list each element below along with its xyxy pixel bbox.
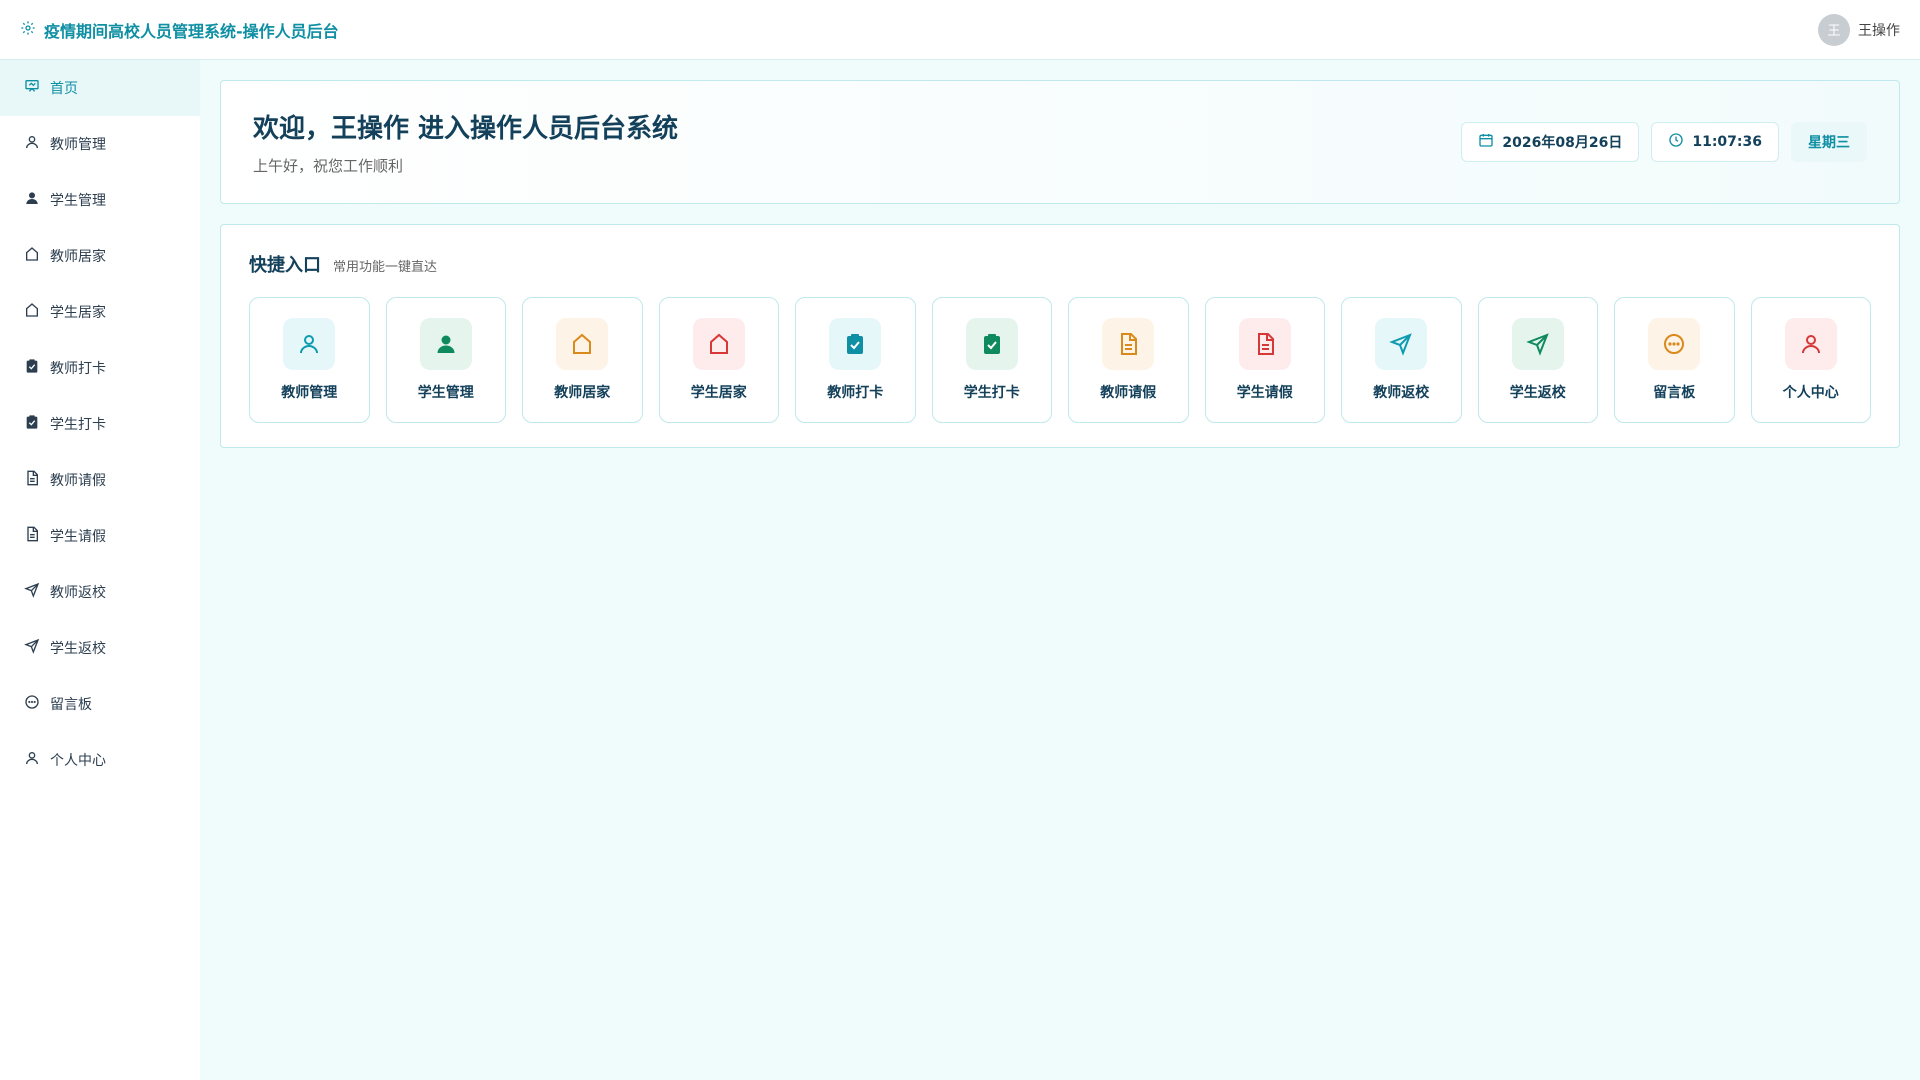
user-filled-icon: [24, 190, 40, 210]
quick-card-5[interactable]: 学生打卡: [931, 297, 1052, 423]
calendar-icon: [1478, 132, 1494, 152]
clipboard-check-icon: [24, 358, 40, 378]
sidebar-item-label: 教师居家: [50, 249, 106, 265]
date-chip: 2026年08月26日: [1461, 122, 1640, 162]
quick-card-10[interactable]: 留言板: [1614, 297, 1735, 423]
user-outline-icon: [283, 318, 336, 370]
quick-card-label: 学生打卡: [963, 385, 1020, 401]
send-icon: [24, 582, 40, 602]
date-text: 2026年08月26日: [1502, 135, 1623, 151]
quick-card-2[interactable]: 教师居家: [522, 297, 643, 423]
quick-card-11[interactable]: 个人中心: [1750, 297, 1871, 423]
sidebar-item-label: 学生居家: [50, 305, 106, 321]
sidebar-item-2[interactable]: 学生管理: [0, 172, 200, 228]
document-icon: [1102, 318, 1155, 370]
quick-card-label: 学生管理: [417, 385, 474, 401]
sidebar-item-label: 学生请假: [50, 529, 106, 545]
sidebar-item-12[interactable]: 个人中心: [0, 732, 200, 788]
time-text: 11:07:36: [1692, 134, 1762, 150]
quick-card-8[interactable]: 教师返校: [1341, 297, 1462, 423]
sidebar-item-label: 教师管理: [50, 137, 106, 153]
sidebar-item-label: 学生打卡: [50, 417, 106, 433]
sidebar: 首页教师管理学生管理教师居家学生居家教师打卡学生打卡教师请假学生请假教师返校学生…: [0, 60, 200, 1080]
clipboard-check-icon: [829, 318, 882, 370]
sidebar-item-11[interactable]: 留言板: [0, 676, 200, 732]
weekday-text: 星期三: [1808, 135, 1850, 151]
quick-card-0[interactable]: 教师管理: [249, 297, 370, 423]
sidebar-item-label: 学生返校: [50, 641, 106, 657]
quick-access-subtitle: 常用功能一键直达: [333, 260, 438, 275]
quick-card-label: 教师返校: [1373, 385, 1430, 401]
chat-icon: [24, 694, 40, 714]
quick-access-title: 快捷入口: [249, 255, 321, 276]
time-chip: 11:07:36: [1651, 122, 1779, 162]
sidebar-item-10[interactable]: 学生返校: [0, 620, 200, 676]
sidebar-item-9[interactable]: 教师返校: [0, 564, 200, 620]
house-icon: [556, 318, 609, 370]
quick-card-label: 教师管理: [281, 385, 338, 401]
gear-icon: [20, 20, 36, 40]
chat-icon: [1648, 318, 1701, 370]
quick-card-label: 教师打卡: [827, 385, 884, 401]
sidebar-item-label: 个人中心: [50, 753, 106, 769]
house-icon: [692, 318, 745, 370]
sidebar-item-7[interactable]: 教师请假: [0, 452, 200, 508]
document-icon: [24, 526, 40, 546]
clipboard-check-icon: [965, 318, 1018, 370]
top-header: 疫情期间高校人员管理系统-操作人员后台 王 王操作: [0, 0, 1920, 60]
document-icon: [24, 470, 40, 490]
quick-card-label: 学生居家: [690, 385, 747, 401]
welcome-title: 欢迎，王操作 进入操作人员后台系统: [253, 114, 679, 144]
weekday-chip: 星期三: [1791, 122, 1867, 162]
sidebar-item-label: 教师返校: [50, 585, 106, 601]
send-icon: [24, 638, 40, 658]
quick-card-6[interactable]: 教师请假: [1068, 297, 1189, 423]
quick-card-4[interactable]: 教师打卡: [795, 297, 916, 423]
user-outline-icon: [24, 750, 40, 770]
send-icon: [1375, 318, 1428, 370]
username: 王操作: [1858, 22, 1900, 39]
quick-card-label: 学生请假: [1236, 385, 1293, 401]
avatar: 王: [1818, 13, 1850, 46]
sidebar-item-label: 留言板: [50, 697, 92, 713]
home-icon: [24, 78, 40, 98]
quick-card-label: 教师请假: [1100, 385, 1157, 401]
quick-card-label: 留言板: [1653, 385, 1696, 401]
sidebar-item-8[interactable]: 学生请假: [0, 508, 200, 564]
quick-card-label: 教师居家: [554, 385, 611, 401]
clock-icon: [1668, 132, 1684, 152]
quick-access-cards: 教师管理 学生管理 教师居家 学生居家 教师打卡 学生打卡 教师请假 学生请假 教师返校 学生返校…: [249, 297, 1871, 423]
sidebar-item-1[interactable]: 教师管理: [0, 116, 200, 172]
sidebar-item-3[interactable]: 教师居家: [0, 228, 200, 284]
welcome-banner: 欢迎，王操作 进入操作人员后台系统 上午好，祝您工作顺利 2026年08月26日…: [220, 80, 1900, 204]
document-icon: [1238, 318, 1291, 370]
user-outline-icon: [24, 134, 40, 154]
quick-card-3[interactable]: 学生居家: [658, 297, 779, 423]
app-brand[interactable]: 疫情期间高校人员管理系统-操作人员后台: [20, 18, 339, 42]
sidebar-item-6[interactable]: 学生打卡: [0, 396, 200, 452]
sidebar-item-0[interactable]: 首页: [0, 60, 200, 116]
send-icon: [1511, 318, 1564, 370]
sidebar-item-label: 教师请假: [50, 473, 106, 489]
house-icon: [24, 246, 40, 266]
sidebar-item-label: 首页: [50, 81, 78, 97]
clipboard-check-icon: [24, 414, 40, 434]
quick-card-7[interactable]: 学生请假: [1204, 297, 1325, 423]
user-menu[interactable]: 王 王操作: [1818, 13, 1900, 46]
user-outline-icon: [1784, 318, 1837, 370]
app-title: 疫情期间高校人员管理系统-操作人员后台: [44, 21, 339, 41]
sidebar-item-label: 学生管理: [50, 193, 106, 209]
sidebar-item-4[interactable]: 学生居家: [0, 284, 200, 340]
quick-card-label: 个人中心: [1782, 385, 1839, 401]
welcome-subtitle: 上午好，祝您工作顺利: [253, 157, 404, 175]
house-icon: [24, 302, 40, 322]
sidebar-item-label: 教师打卡: [50, 361, 106, 377]
sidebar-item-5[interactable]: 教师打卡: [0, 340, 200, 396]
quick-card-label: 学生返校: [1509, 385, 1566, 401]
quick-access-panel: 快捷入口 常用功能一键直达 教师管理 学生管理 教师居家 学生居家 教师打卡 学生打卡 教师…: [220, 224, 1900, 448]
user-filled-icon: [419, 318, 472, 370]
quick-card-1[interactable]: 学生管理: [385, 297, 506, 423]
quick-card-9[interactable]: 学生返校: [1477, 297, 1598, 423]
main-content: 欢迎，王操作 进入操作人员后台系统 上午好，祝您工作顺利 2026年08月26日…: [220, 80, 1900, 448]
